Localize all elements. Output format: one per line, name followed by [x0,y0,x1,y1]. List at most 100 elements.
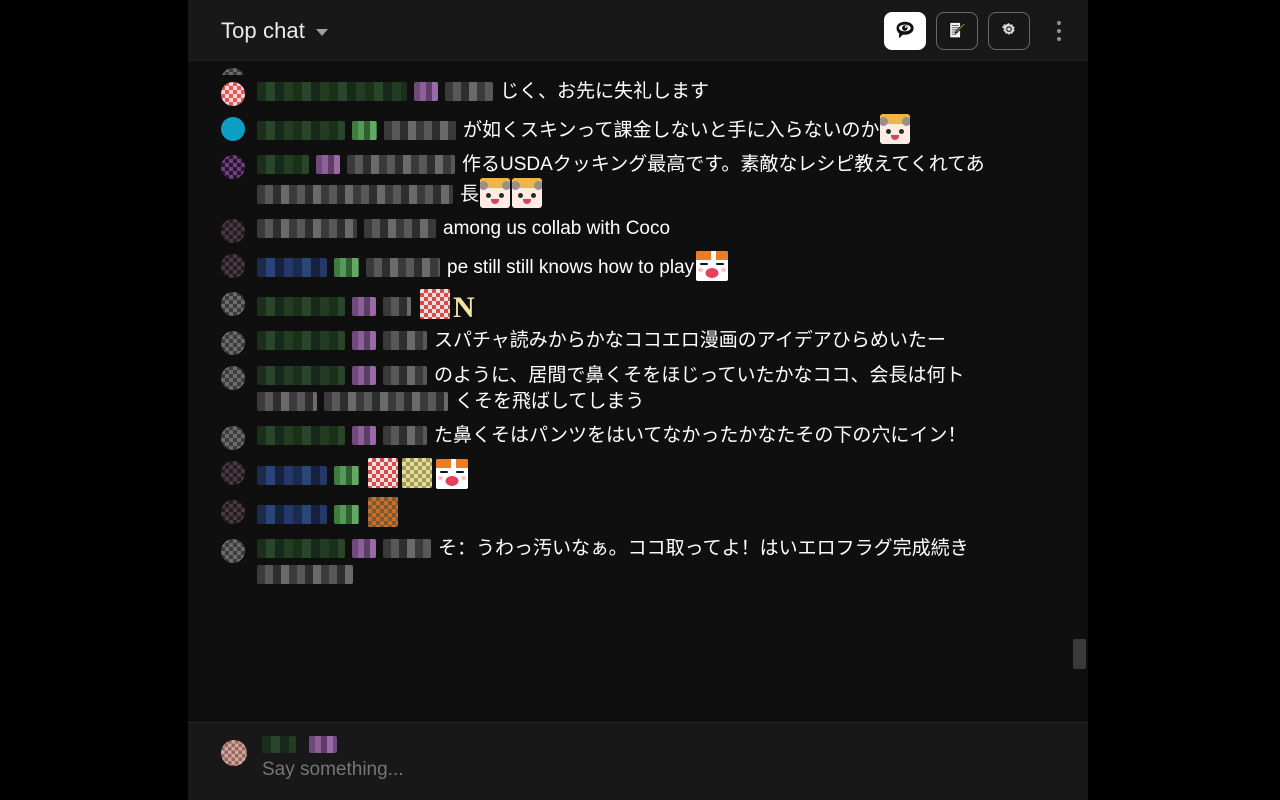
censored-username-block [257,505,327,524]
chat-message[interactable]: のように、居間で鼻くそをほじっていたかなココ、会長は何トくそを飛ばしてしまう [188,359,1056,419]
chat-message-text: among us collab with Coco [443,218,671,239]
chat-message-text: た鼻くそはパンツをはいてなかったかなたその下の穴にイン！ [434,425,967,446]
chat-message-input[interactable] [262,759,1088,781]
censored-username-block [257,331,345,350]
censored-username-block [414,82,438,101]
censored-username-block [257,219,357,238]
chat-mode-dropdown[interactable]: Top chat [221,19,328,42]
censored-username-block [384,121,456,140]
chat-message-text: そ：うわっ汚いなぁ。ココ取ってよ！はいエロフラグ完成続き [438,538,969,559]
chat-scrollbar[interactable] [1071,61,1087,722]
chat-emoji [368,458,398,488]
chat-message-text: が如くスキンって課金しないと手に入らないのか [463,120,880,141]
censored-username-block [352,297,376,316]
chat-visibility-toggle[interactable] [884,11,926,50]
chat-author-avatar[interactable] [221,68,245,75]
chat-author-avatar[interactable] [221,461,245,485]
chat-message[interactable] [188,61,1056,75]
kebab-dot [1057,20,1061,25]
censored-username-block [257,466,327,485]
hololive-character-emoji [880,114,911,144]
chat-header: Top chat [188,0,1088,61]
chat-emoji [420,289,450,319]
chat-message-body: among us collab with Coco [257,216,1056,242]
chat-author-avatar[interactable] [221,331,245,355]
chat-author-avatar[interactable] [221,155,245,179]
censored-username-block [383,539,431,558]
chat-message-body: スパチャ読みからかなココエロ漫画のアイデアひらめいたー [257,328,1056,354]
chat-message[interactable]: が如くスキンって課金しないと手に入らないのか [188,110,1056,148]
chat-emoji [368,497,398,527]
current-user-avatar [221,740,247,766]
chat-message[interactable]: スパチャ読みからかなココエロ漫画のアイデアひらめいたー [188,324,1056,359]
chat-author-avatar[interactable] [221,292,245,316]
chat-message-body: N [257,289,1056,324]
chat-message-text-line2: くそを飛ばしてしまう [455,391,645,412]
kebab-dot [1057,36,1061,41]
chat-message-body: pe still still knows how to play [257,251,1056,281]
chat-message[interactable]: た鼻くそはパンツをはいてなかったかなたその下の穴にイン！ [188,419,1056,454]
censored-username-block [364,219,436,238]
chat-message[interactable] [188,454,1056,493]
chat-author-avatar[interactable] [221,426,245,450]
censored-username-block [309,736,337,753]
chat-message-body: 作るUSDAクッキング最高です。素敵なレシピ教えてくれてあ長 [257,152,1056,208]
censored-username-block [262,736,296,753]
anime-face-emoji [696,251,729,281]
chat-message-body: のように、居間で鼻くそをほじっていたかなココ、会長は何トくそを飛ばしてしまう [257,363,1056,415]
chat-message-body: じく、お先に失礼します [257,79,1056,105]
chat-author-avatar[interactable] [221,254,245,278]
chat-message[interactable] [188,493,1056,532]
chat-message-text: のように、居間で鼻くそをほじっていたかなココ、会長は何ト [434,365,965,386]
chat-message[interactable]: じく、お先に失礼します [188,75,1056,110]
screen-root: Top chat じく、お先に失礼します が如くスキンって課金しないと手に入らな… [0,0,1280,800]
chat-author-avatar[interactable] [221,500,245,524]
censored-username-block [257,185,453,204]
chat-message-text-line2: 長 [460,184,480,205]
censored-username-block [257,258,327,277]
censored-username-block [366,258,440,277]
censored-username-block [334,258,359,277]
censored-username-block [383,426,427,445]
emoji-letter: N [453,291,475,324]
chat-message-list: じく、お先に失礼しますが如くスキンって課金しないと手に入らないのか作るUSDAク… [188,61,1080,600]
chat-author-avatar[interactable] [221,117,245,141]
chat-message[interactable]: pe still still knows how to play [188,247,1056,285]
chat-author-avatar[interactable] [221,219,245,243]
chat-message-body: が如くスキンって課金しないと手に入らないのか [257,114,1056,144]
chat-message-body [257,497,1056,528]
censored-username-block [352,331,376,350]
chat-author-avatar[interactable] [221,539,245,563]
chat-message[interactable]: 作るUSDAクッキング最高です。素敵なレシピ教えてくれてあ長 [188,148,1056,212]
censored-username-block [257,297,345,316]
chat-message-text: pe still still knows how to play [447,257,695,278]
censored-username-block [257,366,345,385]
chat-author-avatar[interactable] [221,82,245,106]
chevron-down-icon [315,28,328,36]
chat-message[interactable]: among us collab with Coco [188,212,1056,247]
censored-username-block [257,82,407,101]
censored-username-block [257,392,317,411]
chat-overflow-menu-button[interactable] [1044,10,1074,52]
chat-message[interactable]: N [188,285,1056,324]
header-actions [884,10,1074,52]
chat-settings-button[interactable] [988,11,1030,50]
censored-username-block [257,426,345,445]
notepad-pencil-icon [949,21,966,38]
chat-message-scroll-area[interactable]: じく、お先に失礼しますが如くスキンって課金しないと手に入らないのか作るUSDAク… [188,61,1088,722]
censored-username-block [445,82,493,101]
chat-message-text: じく、お先に失礼します [500,81,710,102]
chat-message[interactable]: そ：うわっ汚いなぁ。ココ取ってよ！はいエロフラグ完成続き [188,532,1056,592]
gear-icon [999,21,1017,37]
chat-author-avatar[interactable] [221,366,245,390]
anime-face-emoji [436,459,468,489]
censored-username-block [257,539,345,558]
censored-username-block [352,366,376,385]
censored-username-block [334,505,359,524]
eye-in-speech-bubble-icon [896,21,914,38]
chat-message-body [257,458,1056,489]
chat-scrollbar-thumb[interactable] [1073,639,1086,670]
censored-username-block [352,121,377,140]
notes-button[interactable] [936,11,978,50]
chat-composer [188,722,1088,800]
